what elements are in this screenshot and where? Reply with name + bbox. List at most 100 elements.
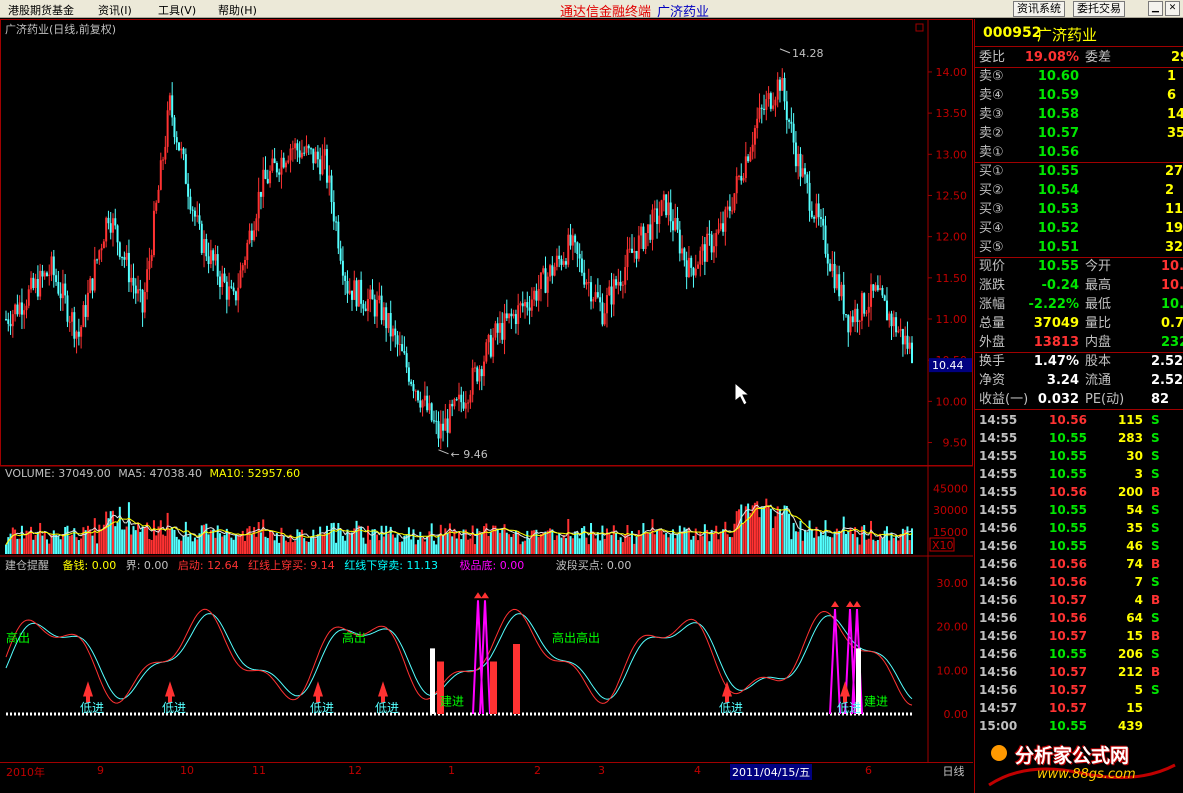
candle-body (751, 144, 754, 152)
indicator-name[interactable]: 建仓提醒 (5, 559, 49, 572)
candle-body (275, 162, 278, 173)
tick-row[interactable]: 15:00 10.55 439 (975, 717, 1183, 735)
volume-bar (897, 540, 900, 554)
candle-body (517, 305, 520, 325)
candle-body (432, 420, 435, 422)
volume-bar (266, 537, 269, 554)
volume-bar (767, 505, 770, 554)
tick-row[interactable]: 14:56 10.56 7 S (975, 573, 1183, 591)
menu-info[interactable]: 资讯(I) (98, 2, 132, 18)
candle-body (619, 281, 622, 286)
tick-row[interactable]: 14:55 10.55 54 S (975, 501, 1183, 519)
candle-body (760, 107, 763, 109)
indicator-beiqian: 备钱: 0.00 (62, 559, 117, 572)
bid-label: 买⑤ (979, 240, 1004, 255)
volume-bar (521, 541, 524, 554)
indicator-tick-label: 30.00 (937, 577, 969, 590)
volume-bar (489, 532, 492, 554)
minimize-icon[interactable]: ▁ (1148, 1, 1163, 16)
tick-row[interactable]: 14:56 10.57 15 B (975, 627, 1183, 645)
volume-bar (127, 502, 130, 554)
volume-bar (601, 525, 604, 554)
tick-row[interactable]: 14:56 10.57 5 S (975, 681, 1183, 699)
volume-bar (560, 537, 563, 554)
stat-label: 总量 (979, 316, 1006, 331)
menu-hk-futures[interactable]: 港股期货基金 (8, 2, 74, 18)
candle-body (665, 194, 668, 216)
volume-bar (501, 529, 504, 554)
tick-row[interactable]: 14:56 10.55 35 S (975, 519, 1183, 537)
volume-bar (307, 541, 310, 554)
volume-tick-label: 15000 (933, 526, 968, 539)
volume-bar (371, 529, 374, 554)
tick-row[interactable]: 14:55 10.56 115 S (975, 411, 1183, 429)
tick-price: 10.56 (1049, 611, 1087, 625)
ask-label: 卖③ (979, 107, 1004, 122)
tick-row[interactable]: 14:55 10.56 200 B (975, 483, 1183, 501)
tick-row[interactable]: 14:56 10.56 74 B (975, 555, 1183, 573)
label-low: 低进 (80, 701, 104, 715)
candle-body (703, 244, 706, 262)
candle-body (683, 248, 686, 261)
tick-row[interactable]: 14:56 10.55 46 S (975, 537, 1183, 555)
candle-body (180, 148, 183, 151)
stat-value-2: 10.5 (1161, 297, 1183, 312)
volume-bar (255, 536, 258, 554)
chart-area[interactable]: 14.0013.5013.0012.5012.0011.5011.0010.50… (0, 19, 973, 775)
tick-row[interactable]: 14:56 10.56 64 S (975, 609, 1183, 627)
candle-body (505, 313, 508, 319)
candle-body (808, 182, 811, 211)
watermark-title: 分析家公式网 (1015, 745, 1130, 767)
tick-volume: 5 (1134, 683, 1143, 697)
candle-body (280, 157, 283, 175)
volume-bar (75, 537, 78, 554)
tick-row[interactable]: 14:56 10.57 4 B (975, 591, 1183, 609)
stat-value: 13813 (1033, 335, 1079, 350)
candle-body (439, 423, 442, 439)
volume-bar (355, 520, 358, 554)
volume-bar (594, 538, 597, 554)
period-label[interactable]: 日线 (934, 762, 973, 778)
tick-row[interactable]: 14:55 10.55 30 S (975, 447, 1183, 465)
candle-body (822, 218, 825, 226)
candle-body (146, 269, 149, 293)
tick-volume: 7 (1134, 575, 1143, 589)
candle-body (874, 285, 877, 291)
volume-bar (248, 526, 251, 554)
volume-bar (733, 523, 736, 554)
volume-bar (173, 529, 176, 554)
candle-body (681, 248, 684, 254)
candle-body (196, 215, 199, 217)
tick-row[interactable]: 14:55 10.55 3 S (975, 465, 1183, 483)
volume-bar (747, 503, 750, 554)
volume-bar (166, 512, 169, 554)
volume-bar (856, 537, 859, 554)
volume-bar (885, 526, 888, 554)
candle-body (906, 335, 909, 349)
candle-body (239, 270, 242, 288)
chart-canvas[interactable]: 14.0013.5013.0012.5012.0011.5011.0010.50… (0, 19, 973, 775)
close-icon[interactable]: ✕ (1165, 1, 1180, 16)
tick-row[interactable]: 14:56 10.57 212 B (975, 663, 1183, 681)
candle-body (756, 118, 759, 129)
volume-bar (555, 535, 558, 554)
volume-bar (125, 526, 128, 554)
candle-body (289, 148, 292, 161)
trade-button[interactable]: 委托交易 (1073, 1, 1125, 17)
candle-body (41, 270, 44, 277)
menu-tools[interactable]: 工具(V) (158, 2, 196, 18)
ask-label: 卖① (979, 145, 1004, 160)
candle-body (815, 203, 818, 219)
volume-bar (139, 531, 142, 554)
volume-bar (417, 539, 420, 554)
candle-body (537, 288, 540, 301)
bid-volume: 19 (1165, 221, 1183, 236)
bid-label: 买① (979, 164, 1004, 179)
tick-row[interactable]: 14:55 10.55 283 S (975, 429, 1183, 447)
tick-row[interactable]: 14:57 10.57 15 (975, 699, 1183, 717)
tick-time: 14:56 (979, 611, 1018, 625)
tick-row[interactable]: 14:56 10.55 206 S (975, 645, 1183, 663)
tick-volume: 74 (1126, 557, 1143, 571)
menu-help[interactable]: 帮助(H) (218, 2, 257, 18)
info-system-button[interactable]: 资讯系统 (1013, 1, 1065, 17)
